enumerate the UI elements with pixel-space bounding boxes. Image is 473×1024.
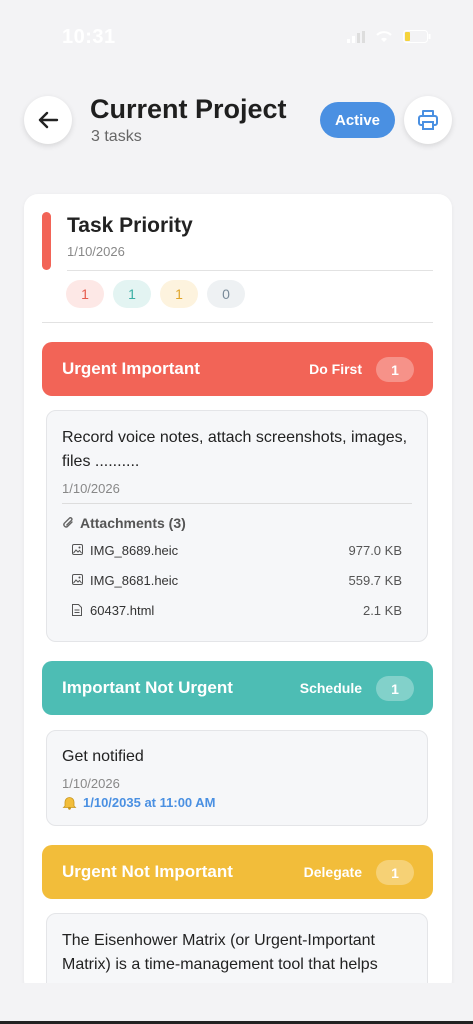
task-date: 1/10/2026 <box>62 481 120 496</box>
section-count-badge: 1 <box>376 676 414 701</box>
card-title: Task Priority <box>67 214 193 237</box>
attachment-name: IMG_8681.heic <box>90 573 179 588</box>
task-text: Get notified <box>62 748 144 765</box>
print-button[interactable] <box>404 96 452 144</box>
section-title: Urgent Important <box>62 359 200 378</box>
signal-icon <box>347 30 365 43</box>
attachment-size: 559.7 KB <box>348 573 403 588</box>
status-time: 10:31 <box>62 26 116 48</box>
section-action: Schedule <box>299 680 362 696</box>
attachment-name: IMG_8689.heic <box>90 543 179 558</box>
task-card[interactable]: Get notified 1/10/2026 1/10/2035 at 11:0… <box>46 730 428 826</box>
section-count-badge: 1 <box>376 860 414 885</box>
important-not-urgent-count: 1 <box>113 280 151 308</box>
card-date: 1/10/2026 <box>67 244 125 259</box>
task-text: The Eisenhower Matrix (or Urgent-Importa… <box>62 932 378 973</box>
section-urgent-important[interactable]: Urgent Important Do First 1 <box>42 342 433 396</box>
divider <box>42 322 433 323</box>
section-title: Important Not Urgent <box>62 678 233 697</box>
back-button[interactable] <box>24 96 72 144</box>
task-priority-card: Task Priority 1/10/2026 1 1 1 0 Urgent I… <box>24 194 452 994</box>
attachment-size: 977.0 KB <box>348 543 403 558</box>
attachment-size: 2.1 KB <box>362 603 402 618</box>
section-urgent-not-important[interactable]: Urgent Not Important Delegate 1 <box>42 845 433 899</box>
attachment-row[interactable]: 60437.html 2.1 KB <box>72 601 402 621</box>
attachments-label: Attachments (3) <box>80 515 186 531</box>
arrow-left-icon <box>38 111 59 129</box>
document-file-icon <box>72 604 82 616</box>
image-file-icon <box>72 574 83 585</box>
urgent-not-important-count: 1 <box>160 280 198 308</box>
priority-counts: 1 1 1 0 <box>66 280 245 308</box>
attachment-row[interactable]: IMG_8689.heic 977.0 KB <box>72 541 402 561</box>
task-count-subtitle: 3 tasks <box>91 128 142 145</box>
task-card[interactable]: The Eisenhower Matrix (or Urgent-Importa… <box>46 913 428 994</box>
image-file-icon <box>72 544 83 555</box>
task-date: 1/10/2026 <box>62 776 120 791</box>
status-bar: 10:31 <box>0 24 473 54</box>
page-title: Current Project <box>90 94 287 124</box>
printer-icon <box>418 110 438 130</box>
section-count-badge: 1 <box>376 357 414 382</box>
divider <box>67 270 433 271</box>
status-icons <box>347 30 431 43</box>
section-action: Delegate <box>303 864 362 880</box>
paperclip-icon <box>63 517 73 528</box>
not-urgent-not-important-count: 0 <box>207 280 245 308</box>
section-action: Do First <box>309 361 362 377</box>
task-card[interactable]: Record voice notes, attach screenshots, … <box>46 410 428 642</box>
divider <box>62 503 412 504</box>
reminder: 1/10/2035 at 11:00 AM <box>62 795 216 810</box>
section-title: Urgent Not Important <box>62 862 233 881</box>
reminder-time: 1/10/2035 at 11:00 AM <box>83 795 216 810</box>
card-accent-bar <box>42 212 51 270</box>
section-important-not-urgent[interactable]: Important Not Urgent Schedule 1 <box>42 661 433 715</box>
header: Current Project 3 tasks Active <box>0 94 473 154</box>
battery-icon <box>403 30 431 43</box>
bell-icon <box>62 797 77 810</box>
wifi-icon <box>376 31 392 42</box>
status-badge[interactable]: Active <box>320 102 395 138</box>
attachments-header: Attachments (3) <box>62 515 186 531</box>
bottom-bar <box>0 983 473 1024</box>
attachment-name: 60437.html <box>90 603 155 618</box>
urgent-important-count: 1 <box>66 280 104 308</box>
attachment-row[interactable]: IMG_8681.heic 559.7 KB <box>72 571 402 591</box>
task-text: Record voice notes, attach screenshots, … <box>62 429 408 470</box>
